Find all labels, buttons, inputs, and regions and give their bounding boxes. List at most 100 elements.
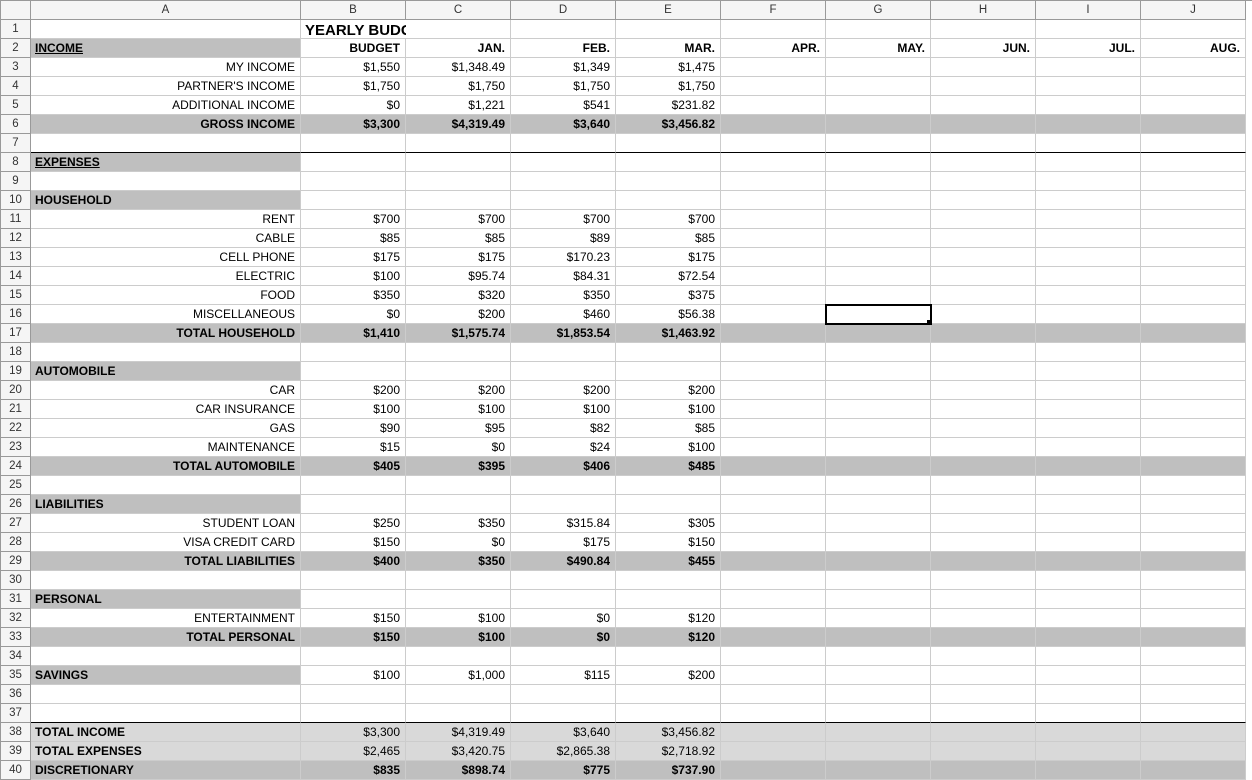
cell-I20[interactable]: [1036, 381, 1141, 400]
cell-J29[interactable]: [1141, 552, 1246, 571]
cell-F17[interactable]: [721, 324, 826, 343]
cell-I5[interactable]: [1036, 96, 1141, 115]
cell-J13[interactable]: [1141, 248, 1246, 267]
cell-B4[interactable]: $1,750: [301, 77, 406, 96]
cell-H39[interactable]: [931, 742, 1036, 761]
cell-J38[interactable]: [1141, 723, 1246, 742]
cell-A19[interactable]: AUTOMOBILE: [31, 362, 301, 381]
row-header-26[interactable]: 26: [1, 495, 31, 514]
cell-F19[interactable]: [721, 362, 826, 381]
row-header-33[interactable]: 33: [1, 628, 31, 647]
cell-B15[interactable]: $350: [301, 286, 406, 305]
cell-A34[interactable]: [31, 647, 301, 666]
cell-D13[interactable]: $170.23: [511, 248, 616, 267]
cell-A23[interactable]: MAINTENANCE: [31, 438, 301, 457]
cell-D17[interactable]: $1,853.54: [511, 324, 616, 343]
col-header-D[interactable]: D: [511, 1, 616, 20]
cell-I38[interactable]: [1036, 723, 1141, 742]
cell-B40[interactable]: $835: [301, 761, 406, 780]
cell-E4[interactable]: $1,750: [616, 77, 721, 96]
cell-C33[interactable]: $100: [406, 628, 511, 647]
cell-I27[interactable]: [1036, 514, 1141, 533]
cell-C34[interactable]: [406, 647, 511, 666]
cell-D28[interactable]: $175: [511, 533, 616, 552]
cell-E13[interactable]: $175: [616, 248, 721, 267]
cell-A13[interactable]: CELL PHONE: [31, 248, 301, 267]
cell-D23[interactable]: $24: [511, 438, 616, 457]
cell-J17[interactable]: [1141, 324, 1246, 343]
cell-A17[interactable]: TOTAL HOUSEHOLD: [31, 324, 301, 343]
spreadsheet-grid[interactable]: ABCDEFGHIJ1YEARLY BUDGET2INCOMEBUDGETJAN…: [0, 0, 1252, 780]
cell-D34[interactable]: [511, 647, 616, 666]
cell-J19[interactable]: [1141, 362, 1246, 381]
cell-F38[interactable]: [721, 723, 826, 742]
cell-C7[interactable]: [406, 134, 511, 153]
cell-D16[interactable]: $460: [511, 305, 616, 324]
row-header-39[interactable]: 39: [1, 742, 31, 761]
col-header-A[interactable]: A: [31, 1, 301, 20]
cell-F23[interactable]: [721, 438, 826, 457]
cell-D5[interactable]: $541: [511, 96, 616, 115]
cell-E35[interactable]: $200: [616, 666, 721, 685]
cell-F25[interactable]: [721, 476, 826, 495]
cell-H27[interactable]: [931, 514, 1036, 533]
cell-H21[interactable]: [931, 400, 1036, 419]
row-header-20[interactable]: 20: [1, 381, 31, 400]
cell-E8[interactable]: [616, 153, 721, 172]
cell-F7[interactable]: [721, 134, 826, 153]
cell-C37[interactable]: [406, 704, 511, 723]
cell-H24[interactable]: [931, 457, 1036, 476]
cell-C31[interactable]: [406, 590, 511, 609]
col-header-J[interactable]: J: [1141, 1, 1246, 20]
cell-I24[interactable]: [1036, 457, 1141, 476]
cell-H18[interactable]: [931, 343, 1036, 362]
cell-E34[interactable]: [616, 647, 721, 666]
cell-G36[interactable]: [826, 685, 931, 704]
cell-H28[interactable]: [931, 533, 1036, 552]
cell-G39[interactable]: [826, 742, 931, 761]
cell-D38[interactable]: $3,640: [511, 723, 616, 742]
cell-C32[interactable]: $100: [406, 609, 511, 628]
cell-I15[interactable]: [1036, 286, 1141, 305]
row-header-22[interactable]: 22: [1, 419, 31, 438]
cell-D35[interactable]: $115: [511, 666, 616, 685]
cell-H11[interactable]: [931, 210, 1036, 229]
cell-B37[interactable]: [301, 704, 406, 723]
cell-C26[interactable]: [406, 495, 511, 514]
cell-E9[interactable]: [616, 172, 721, 191]
cell-H34[interactable]: [931, 647, 1036, 666]
cell-D22[interactable]: $82: [511, 419, 616, 438]
cell-J37[interactable]: [1141, 704, 1246, 723]
cell-A15[interactable]: FOOD: [31, 286, 301, 305]
cell-E7[interactable]: [616, 134, 721, 153]
cell-C23[interactable]: $0: [406, 438, 511, 457]
cell-F2[interactable]: APR.: [721, 39, 826, 58]
row-header-15[interactable]: 15: [1, 286, 31, 305]
cell-J34[interactable]: [1141, 647, 1246, 666]
cell-D3[interactable]: $1,349: [511, 58, 616, 77]
cell-G15[interactable]: [826, 286, 931, 305]
cell-D30[interactable]: [511, 571, 616, 590]
cell-I21[interactable]: [1036, 400, 1141, 419]
cell-E30[interactable]: [616, 571, 721, 590]
cell-F9[interactable]: [721, 172, 826, 191]
cell-I32[interactable]: [1036, 609, 1141, 628]
cell-F34[interactable]: [721, 647, 826, 666]
cell-G9[interactable]: [826, 172, 931, 191]
cell-F14[interactable]: [721, 267, 826, 286]
cell-C25[interactable]: [406, 476, 511, 495]
cell-F26[interactable]: [721, 495, 826, 514]
cell-F36[interactable]: [721, 685, 826, 704]
cell-J30[interactable]: [1141, 571, 1246, 590]
cell-E25[interactable]: [616, 476, 721, 495]
corner-cell[interactable]: [1, 1, 31, 20]
cell-H16[interactable]: [931, 305, 1036, 324]
row-header-27[interactable]: 27: [1, 514, 31, 533]
cell-B25[interactable]: [301, 476, 406, 495]
cell-A21[interactable]: CAR INSURANCE: [31, 400, 301, 419]
cell-G16[interactable]: [826, 305, 931, 324]
cell-A26[interactable]: LIABILITIES: [31, 495, 301, 514]
cell-J18[interactable]: [1141, 343, 1246, 362]
row-header-3[interactable]: 3: [1, 58, 31, 77]
cell-E2[interactable]: MAR.: [616, 39, 721, 58]
